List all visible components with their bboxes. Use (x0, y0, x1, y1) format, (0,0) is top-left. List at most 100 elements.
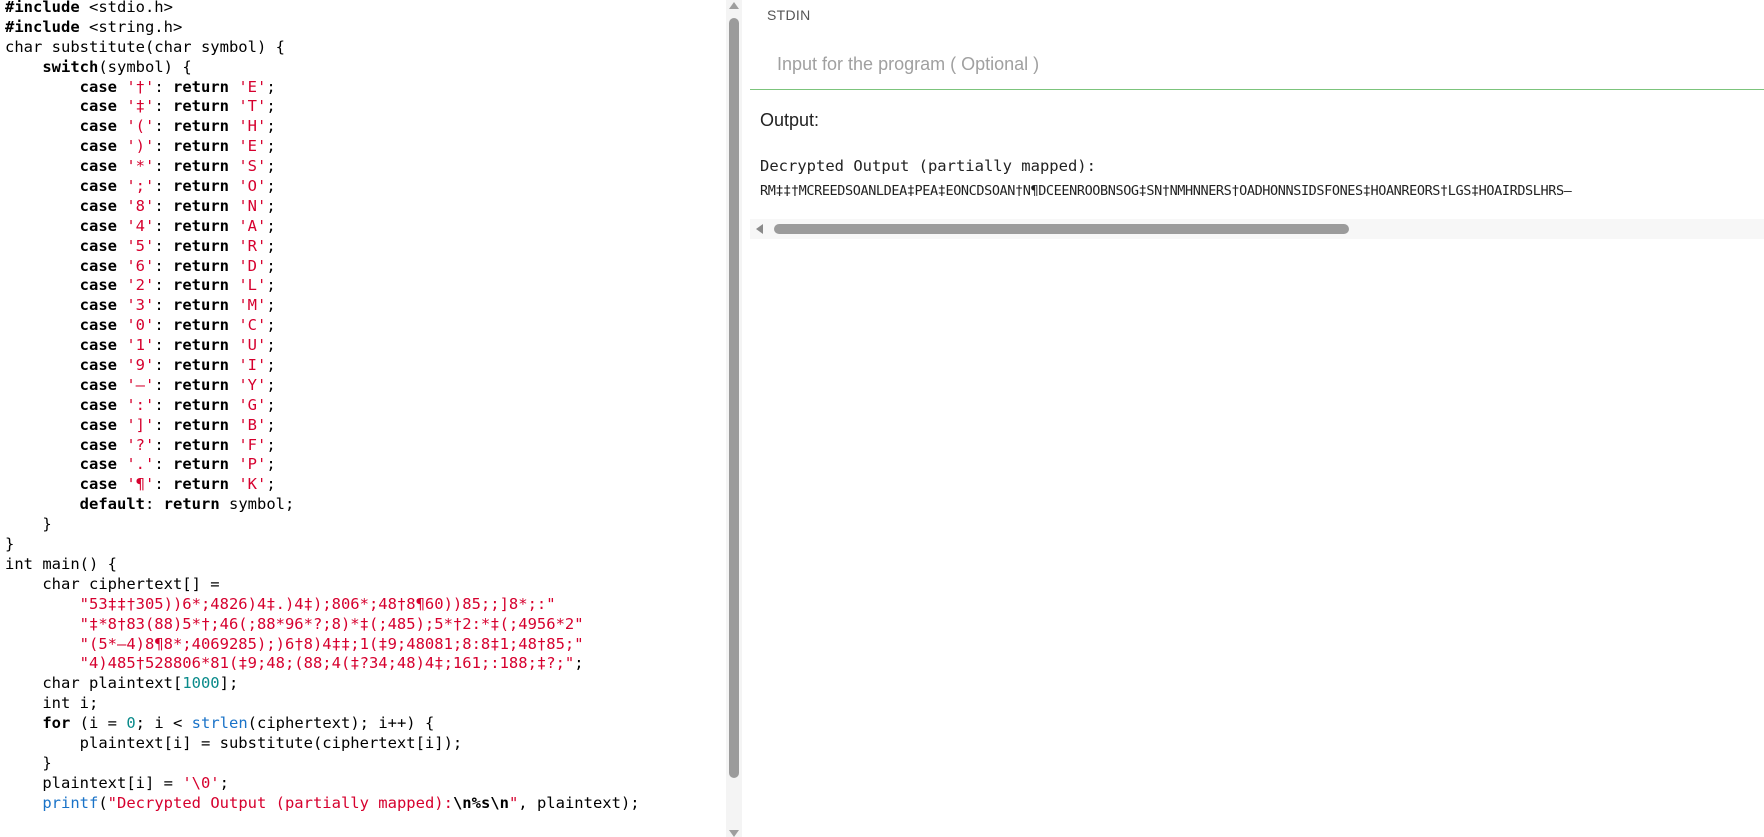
code-line: case '.': return 'P'; (5, 455, 640, 475)
code-token: '9' (126, 356, 155, 375)
code-token: : (154, 356, 173, 375)
code-line: plaintext[i] = '\0'; (5, 774, 640, 794)
code-token: : (154, 216, 173, 235)
code-token: 'E' (238, 137, 267, 156)
code-token: case (79, 336, 117, 355)
code-token: return (173, 137, 229, 156)
code-line: char plaintext[1000]; (5, 674, 640, 694)
code-line: char substitute(char symbol) { (5, 38, 640, 58)
code-content[interactable]: #include <stdio.h> #include <string.h> cha… (5, 0, 640, 814)
code-line: case '9': return 'I'; (5, 356, 640, 376)
code-token: 0 (126, 714, 136, 733)
code-token: ; (266, 455, 276, 474)
code-token: , plaintext); (518, 793, 640, 812)
code-token: 'H' (238, 117, 267, 136)
code-token: default (79, 495, 145, 514)
code-token: case (79, 415, 117, 434)
code-token: 'R' (238, 236, 267, 255)
code-line: case '5': return 'R'; (5, 237, 640, 257)
code-token: : (154, 236, 173, 255)
code-token: ; (266, 435, 276, 454)
code-token: 'K' (238, 475, 267, 494)
code-token: 'G' (238, 395, 267, 414)
code-token: char plaintext[ (5, 674, 183, 693)
code-token: 'O' (238, 177, 267, 196)
code-token: ; (219, 773, 229, 792)
code-token: '1' (126, 336, 155, 355)
scroll-left-arrow-icon[interactable] (756, 224, 763, 234)
code-token: ; (266, 395, 276, 414)
code-token: ; (266, 356, 276, 375)
code-editor[interactable]: #include <stdio.h> #include <string.h> cha… (0, 0, 726, 837)
code-line: } (5, 535, 640, 555)
stdin-input[interactable] (750, 40, 1764, 90)
editor-vertical-scrollbar[interactable] (726, 0, 742, 837)
code-line: case '1': return 'U'; (5, 336, 640, 356)
code-token: case (79, 455, 117, 474)
output-text: Decrypted Output (partially mapped): RM‡… (760, 154, 1572, 203)
code-line: case ':': return 'G'; (5, 396, 640, 416)
code-token: "(5*—4)8¶8*;4069285);)6†8)4‡‡;1(‡9;48081… (79, 634, 584, 653)
output-scrollbar-thumb[interactable] (774, 224, 1349, 234)
code-token: : (154, 316, 173, 335)
code-token: : (154, 256, 173, 275)
code-token: return (173, 77, 229, 96)
code-line: case '‡': return 'T'; (5, 97, 640, 117)
code-token: : (144, 495, 164, 514)
code-line: } (5, 515, 640, 535)
code-line: case '(': return 'H'; (5, 117, 640, 137)
code-token: "‡*8†83(88)5*†;46(;88*96*?;8)*‡(;485);5*… (79, 614, 584, 633)
code-token: ; (266, 157, 276, 176)
code-line: char ciphertext[] = (5, 575, 640, 595)
code-line: case ';': return 'O'; (5, 177, 640, 197)
code-token: 'U' (238, 336, 267, 355)
output-line: Decrypted Output (partially mapped): (760, 157, 1096, 175)
code-line: "53‡‡†305))6*;4826)4‡.)4‡);806*;48†8¶60)… (5, 595, 640, 615)
code-token: return (173, 455, 229, 474)
code-line: "4)485†528806*81(‡9;48;(88;4(‡?34;48)4‡;… (5, 654, 640, 674)
code-token: case (79, 375, 117, 394)
code-token: 'S' (238, 157, 267, 176)
code-line: for (i = 0; i < strlen(ciphertext); i++)… (5, 714, 640, 734)
code-token: " (508, 793, 519, 812)
code-token: ; (266, 316, 276, 335)
code-token: ]; (219, 674, 239, 693)
code-line: "‡*8†83(88)5*†;46(;88*96*?;8)*‡(;485);5*… (5, 615, 640, 635)
code-line: "(5*—4)8¶8*;4069285);)6†8)4‡‡;1(‡9;48081… (5, 635, 640, 655)
code-token: case (79, 356, 117, 375)
code-token: case (79, 97, 117, 116)
code-line: case '2': return 'L'; (5, 276, 640, 296)
output-horizontal-scrollbar[interactable] (750, 219, 1764, 239)
code-token: ; (266, 276, 276, 295)
scroll-down-arrow-icon[interactable] (729, 830, 739, 837)
editor-scrollbar-thumb[interactable] (729, 18, 739, 778)
code-token: ; i < (135, 714, 192, 733)
code-token: #include (5, 0, 80, 16)
scroll-up-arrow-icon[interactable] (729, 2, 739, 9)
code-token: return (173, 475, 229, 494)
code-token: : (154, 336, 173, 355)
code-token: return (173, 236, 229, 255)
code-token: : (154, 435, 173, 454)
code-token: 'N' (238, 196, 267, 215)
stdin-label: STDIN (767, 7, 811, 23)
code-token: "4)485†528806*81(‡9;48;(88;4(‡?34;48)4‡;… (79, 654, 575, 673)
